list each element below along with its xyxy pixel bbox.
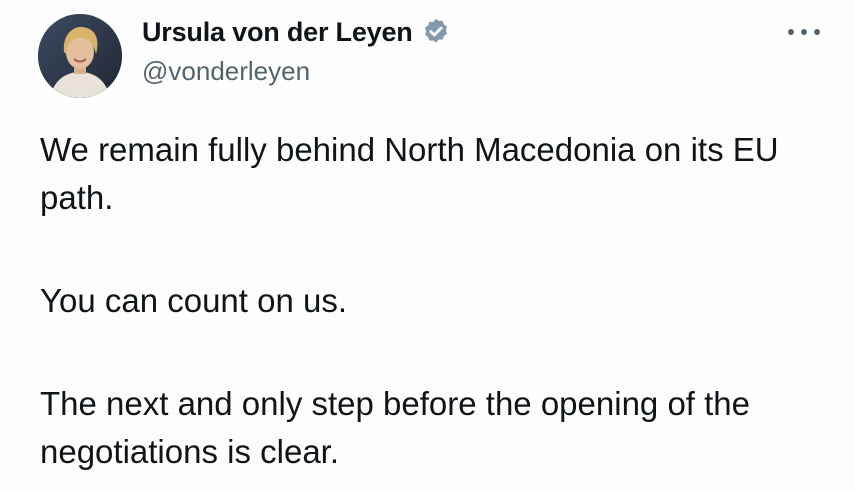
- author-display-name[interactable]: Ursula von der Leyen: [142, 17, 413, 48]
- more-options-button[interactable]: [782, 18, 826, 46]
- tweet-paragraph: We remain fully behind North Macedonia o…: [40, 131, 779, 216]
- avatar-photo: [38, 14, 122, 98]
- author-name-row: Ursula von der Leyen: [142, 14, 451, 50]
- tweet-paragraph: The next and only step before the openin…: [40, 385, 751, 470]
- tweet-paragraph: You can count on us.: [40, 282, 348, 319]
- tweet-text: We remain fully behind North Macedonia o…: [40, 126, 830, 476]
- avatar[interactable]: [38, 14, 122, 98]
- author-handle[interactable]: @vonderleyen: [142, 56, 310, 87]
- verified-badge-icon: [421, 17, 451, 47]
- more-options-icon: [788, 29, 820, 35]
- tweet-card: Ursula von der Leyen @vonderleyen We rem…: [0, 0, 854, 493]
